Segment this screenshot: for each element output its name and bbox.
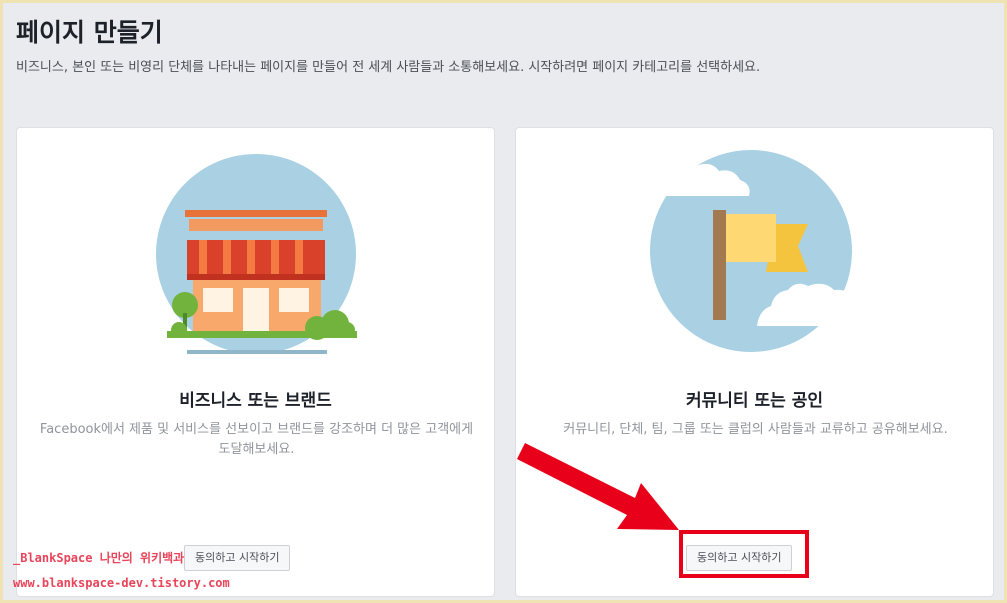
watermark-title: _BlankSpace 나만의 위키백과 <box>13 551 185 565</box>
storefront-icon <box>156 154 357 354</box>
agree-and-start-button[interactable]: 동의하고 시작하기 <box>686 545 793 571</box>
card-description: Facebook에서 제품 및 서비스를 선보이고 브랜드를 강조하며 더 많은… <box>39 422 474 457</box>
agree-and-start-button[interactable]: 동의하고 시작하기 <box>184 545 291 571</box>
community-public-figure-card[interactable]: 커뮤니티 또는 공인 커뮤니티, 단체, 팀, 그룹 또는 클럽의 사람들과 교… <box>515 127 994 597</box>
watermark-url: www.blankspace-dev.tistory.com <box>13 576 230 590</box>
flag-icon <box>649 150 867 352</box>
card-description: 커뮤니티, 단체, 팀, 그룹 또는 클럽의 사람들과 교류하고 공유해보세요. <box>563 422 948 437</box>
card-title: 커뮤니티 또는 공인 <box>686 391 823 411</box>
page-description: 비즈니스, 본인 또는 비영리 단체를 나타내는 페이지를 만들어 전 세계 사… <box>16 60 761 75</box>
card-title: 비즈니스 또는 브랜드 <box>179 391 332 411</box>
business-brand-card[interactable]: 비즈니스 또는 브랜드 Facebook에서 제품 및 서비스를 선보이고 브랜… <box>16 127 495 597</box>
page-title: 페이지 만들기 <box>16 18 163 47</box>
